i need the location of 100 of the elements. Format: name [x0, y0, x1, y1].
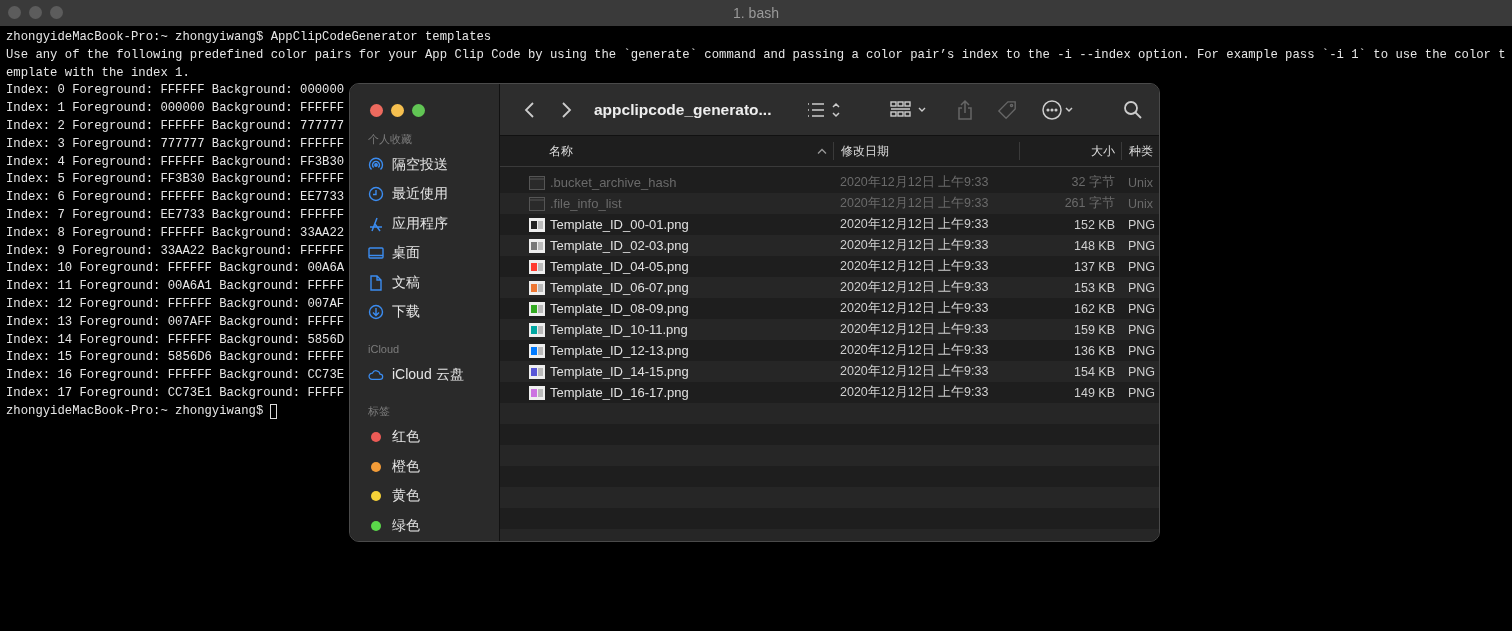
terminal-line: Index: 5 Foreground: FF3B30 Background: FFFFFF	[6, 171, 345, 189]
terminal-prompt: zhongyideMacBook-Pro:~ zhongyiwang$	[6, 402, 264, 420]
file-kind: PNG	[1128, 217, 1156, 232]
sidebar-item[interactable]: 红色	[392, 428, 420, 447]
sidebar-item[interactable]: 橙色	[392, 457, 420, 476]
image-thumbnail-icon	[529, 217, 545, 232]
download-icon	[368, 304, 384, 321]
sidebar-heading: iCloud	[368, 343, 400, 355]
file-kind: PNG	[1128, 364, 1156, 379]
folder-title: appclipcode_generato...	[594, 100, 773, 119]
modified-date: 2020年12月12日 上午9:33	[840, 342, 989, 359]
file-size: 152 KB	[1074, 217, 1115, 232]
sidebar-heading: 个人收藏	[368, 131, 412, 147]
cursor-icon	[270, 404, 278, 420]
file-kind: Unix	[1128, 175, 1153, 190]
terminal-line: Index: 4 Foreground: FFFFFF Background: FF3B30	[6, 153, 345, 171]
file-name[interactable]: Template_ID_14-15.png	[550, 364, 689, 379]
window-title: 1. bash	[733, 5, 779, 21]
sidebar-item[interactable]: 最近使用	[392, 185, 448, 204]
terminal-line: Index: 7 Foreground: EE7733 Background: FFFFFF	[6, 206, 345, 224]
terminal-line: emplate with the index 1.	[6, 64, 190, 82]
modified-date: 2020年12月12日 上午9:33	[840, 363, 989, 380]
sidebar-item[interactable]: 隔空投送	[392, 155, 448, 174]
column-header[interactable]: 修改日期	[833, 142, 1019, 160]
file-size: 137 KB	[1074, 259, 1115, 274]
terminal-line: Index: 13 Foreground: 007AFF Background: FFFFF	[6, 313, 345, 331]
modified-date: 2020年12月12日 上午9:33	[840, 195, 989, 212]
apps-icon	[368, 215, 384, 232]
modified-date: 2020年12月12日 上午9:33	[840, 300, 989, 317]
terminal-line: Index: 12 Foreground: FFFFFF Background: 007AF	[6, 295, 345, 313]
search-icon[interactable]	[1123, 99, 1143, 120]
modified-date: 2020年12月12日 上午9:33	[840, 174, 989, 191]
tag-icon[interactable]	[997, 98, 1017, 121]
image-thumbnail-icon	[529, 322, 545, 337]
file-kind: PNG	[1128, 280, 1156, 295]
file-size: 149 KB	[1074, 385, 1115, 400]
sidebar-item[interactable]: 绿色	[392, 516, 420, 535]
file-name[interactable]: Template_ID_02-03.png	[550, 238, 689, 253]
modified-date: 2020年12月12日 上午9:33	[840, 216, 989, 233]
sidebar-item[interactable]: 桌面	[392, 244, 420, 263]
file-name[interactable]: Template_ID_10-11.png	[550, 322, 688, 337]
terminal-line: Index: 16 Foreground: FFFFFF Background: CC73E	[6, 367, 345, 385]
image-thumbnail-icon	[529, 364, 545, 379]
image-thumbnail-icon	[529, 259, 545, 274]
modified-date: 2020年12月12日 上午9:33	[840, 279, 989, 296]
terminal-line: Index: 15 Foreground: 5856D6 Background: FFFFF	[6, 349, 345, 367]
share-icon[interactable]	[955, 98, 975, 121]
column-header[interactable]: 种类	[1121, 142, 1159, 160]
file-kind: PNG	[1128, 238, 1156, 253]
column-header[interactable]: 名称	[500, 142, 833, 160]
desktop-icon	[368, 245, 384, 262]
image-thumbnail-icon	[529, 343, 545, 358]
sidebar-item[interactable]: iCloud 云盘	[392, 365, 464, 384]
file-kind: PNG	[1128, 301, 1156, 316]
modified-date: 2020年12月12日 上午9:33	[840, 258, 989, 275]
terminal-line: Index: 10 Foreground: FFFFFF Background: 00A6A	[6, 260, 345, 278]
terminal-line: Index: 6 Foreground: FFFFFF Background: EE7733	[6, 189, 345, 207]
file-kind: Unix	[1128, 196, 1153, 211]
modified-date: 2020年12月12日 上午9:33	[840, 384, 989, 401]
file-name[interactable]: Template_ID_04-05.png	[550, 259, 689, 274]
file-size: 32 字节	[1071, 174, 1115, 191]
file-icon	[529, 196, 545, 211]
file-kind: PNG	[1128, 343, 1156, 358]
file-name[interactable]: Template_ID_12-13.png	[550, 343, 689, 358]
file-kind: PNG	[1128, 385, 1156, 400]
file-name[interactable]: Template_ID_16-17.png	[550, 385, 689, 400]
file-kind: PNG	[1128, 259, 1156, 274]
image-thumbnail-icon	[529, 280, 545, 295]
sidebar-item[interactable]: 文稿	[392, 273, 420, 292]
airdrop-icon	[368, 156, 384, 173]
file-name[interactable]: Template_ID_08-09.png	[550, 301, 689, 316]
sort-caret-icon	[817, 148, 827, 154]
terminal-line: Use any of the following predefined color pairs for your App Clip Code by using the `generate` command and passing a color pair’s index to the -i --index option. For example pass `-i 1` to use the color t	[6, 46, 1506, 64]
file-icon	[529, 175, 545, 190]
terminal-line: Index: 0 Foreground: FFFFFF Background: 000000	[6, 82, 345, 100]
minimize-button[interactable]	[391, 104, 404, 117]
modified-date: 2020年12月12日 上午9:33	[840, 237, 989, 254]
file-size: 136 KB	[1074, 343, 1115, 358]
terminal-line: zhongyideMacBook-Pro:~ zhongyiwang$ AppClipCodeGenerator templates	[6, 29, 492, 46]
terminal-line: Index: 14 Foreground: FFFFFF Background: 5856D	[6, 331, 345, 349]
close-button[interactable]	[370, 104, 383, 117]
terminal-line: Index: 1 Foreground: 000000 Background: FFFFFF	[6, 100, 345, 118]
column-header[interactable]: 大小	[1019, 142, 1121, 160]
file-kind: PNG	[1128, 322, 1156, 337]
file-size: 162 KB	[1074, 301, 1115, 316]
terminal-line: Index: 11 Foreground: 00A6A1 Background: FFFFF	[6, 278, 345, 296]
file-size: 148 KB	[1074, 238, 1115, 253]
sidebar-item[interactable]: 下载	[392, 303, 420, 322]
terminal-line: Index: 9 Foreground: 33AA22 Background: FFFFFF	[6, 242, 345, 260]
file-size: 261 字节	[1064, 195, 1115, 212]
sidebar-item[interactable]: 应用程序	[392, 214, 448, 233]
file-name[interactable]: Template_ID_00-01.png	[550, 217, 689, 232]
file-name[interactable]: Template_ID_06-07.png	[550, 280, 689, 295]
file-size: 159 KB	[1074, 322, 1115, 337]
file-size: 153 KB	[1074, 280, 1115, 295]
sidebar-item[interactable]: 黄色	[392, 487, 420, 506]
document-icon	[368, 274, 384, 291]
image-thumbnail-icon	[529, 301, 545, 316]
clock-icon	[368, 186, 384, 203]
zoom-button[interactable]	[412, 104, 425, 117]
